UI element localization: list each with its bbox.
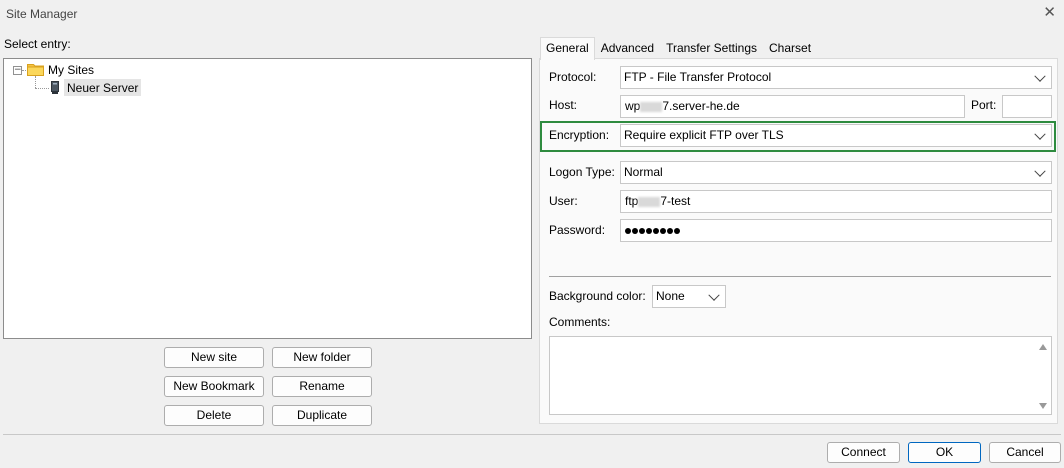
scroll-down-icon[interactable] [1039, 403, 1047, 409]
password-input[interactable] [620, 219, 1052, 242]
port-input[interactable] [1002, 95, 1052, 118]
logon-type-value: Normal [624, 165, 663, 179]
select-entry-label: Select entry: [4, 37, 71, 51]
logon-type-label: Logon Type: [549, 165, 615, 179]
user-suffix: 7-test [660, 194, 691, 208]
port-label: Port: [971, 98, 997, 112]
logon-type-select[interactable]: Normal [620, 161, 1052, 184]
comments-textarea[interactable] [549, 336, 1052, 415]
tab-bar: General Advanced Transfer Settings Chars… [540, 37, 817, 60]
protocol-value: FTP - File Transfer Protocol [624, 70, 772, 84]
encryption-value: Require explicit FTP over TLS [624, 128, 784, 142]
password-mask [625, 223, 681, 237]
window-title: Site Manager [6, 7, 78, 21]
password-dot [632, 227, 638, 234]
password-dot [667, 227, 673, 234]
chevron-down-icon [708, 289, 720, 301]
tab-transfer-settings[interactable]: Transfer Settings [660, 37, 763, 60]
password-dot [646, 227, 652, 234]
rename-button[interactable]: Rename [272, 376, 372, 397]
chevron-down-icon [1034, 128, 1046, 140]
cancel-button[interactable]: Cancel [989, 442, 1061, 463]
server-icon [51, 81, 59, 94]
collapse-icon[interactable]: − [13, 66, 22, 75]
redacted-text [640, 101, 663, 112]
tab-charset[interactable]: Charset [763, 37, 817, 60]
chevron-down-icon [1034, 70, 1046, 82]
new-folder-button[interactable]: New folder [272, 347, 372, 368]
redacted-text [638, 196, 661, 207]
site-tree[interactable]: − My Sites Neuer Server [3, 58, 532, 339]
host-suffix: 7.server-he.de [662, 99, 740, 113]
background-color-select[interactable]: None [652, 285, 726, 308]
delete-button[interactable]: Delete [164, 405, 264, 426]
user-input[interactable]: ftp 7-test [620, 190, 1052, 213]
connect-button[interactable]: Connect [827, 442, 900, 463]
password-label: Password: [549, 223, 606, 237]
close-icon[interactable]: ✕ [1043, 4, 1056, 22]
footer-divider [3, 434, 1061, 435]
background-color-label: Background color: [549, 289, 646, 303]
password-dot [660, 227, 666, 234]
tree-item-neuer-server[interactable]: Neuer Server [64, 79, 142, 96]
user-prefix: ftp [625, 194, 639, 208]
scroll-up-icon[interactable] [1039, 344, 1047, 350]
password-dot [625, 227, 631, 234]
password-dot [639, 227, 645, 234]
new-bookmark-button[interactable]: New Bookmark [164, 376, 264, 397]
encryption-select[interactable]: Require explicit FTP over TLS [620, 124, 1052, 147]
host-label: Host: [549, 98, 578, 112]
background-color-value: None [656, 289, 685, 303]
protocol-select[interactable]: FTP - File Transfer Protocol [620, 66, 1052, 89]
tab-advanced[interactable]: Advanced [595, 37, 660, 60]
encryption-label: Encryption: [549, 128, 610, 142]
tree-connector [35, 88, 49, 89]
new-site-button[interactable]: New site [164, 347, 264, 368]
password-dot [653, 227, 659, 234]
host-prefix: wp [625, 99, 641, 113]
tree-item-my-sites[interactable]: My Sites [48, 61, 94, 78]
tab-general[interactable]: General [540, 37, 595, 60]
password-dot [674, 227, 680, 234]
chevron-down-icon [1034, 165, 1046, 177]
divider [549, 276, 1051, 277]
protocol-label: Protocol: [549, 70, 597, 84]
duplicate-button[interactable]: Duplicate [272, 405, 372, 426]
tree-item-label: My Sites [48, 62, 95, 77]
host-input[interactable]: wp 7.server-he.de [620, 95, 965, 118]
user-label: User: [549, 194, 578, 208]
tree-item-label: Neuer Server [67, 80, 139, 95]
comments-label: Comments: [549, 315, 611, 329]
ok-button[interactable]: OK [908, 442, 981, 463]
folder-icon [27, 64, 44, 76]
tree-connector [35, 76, 36, 88]
